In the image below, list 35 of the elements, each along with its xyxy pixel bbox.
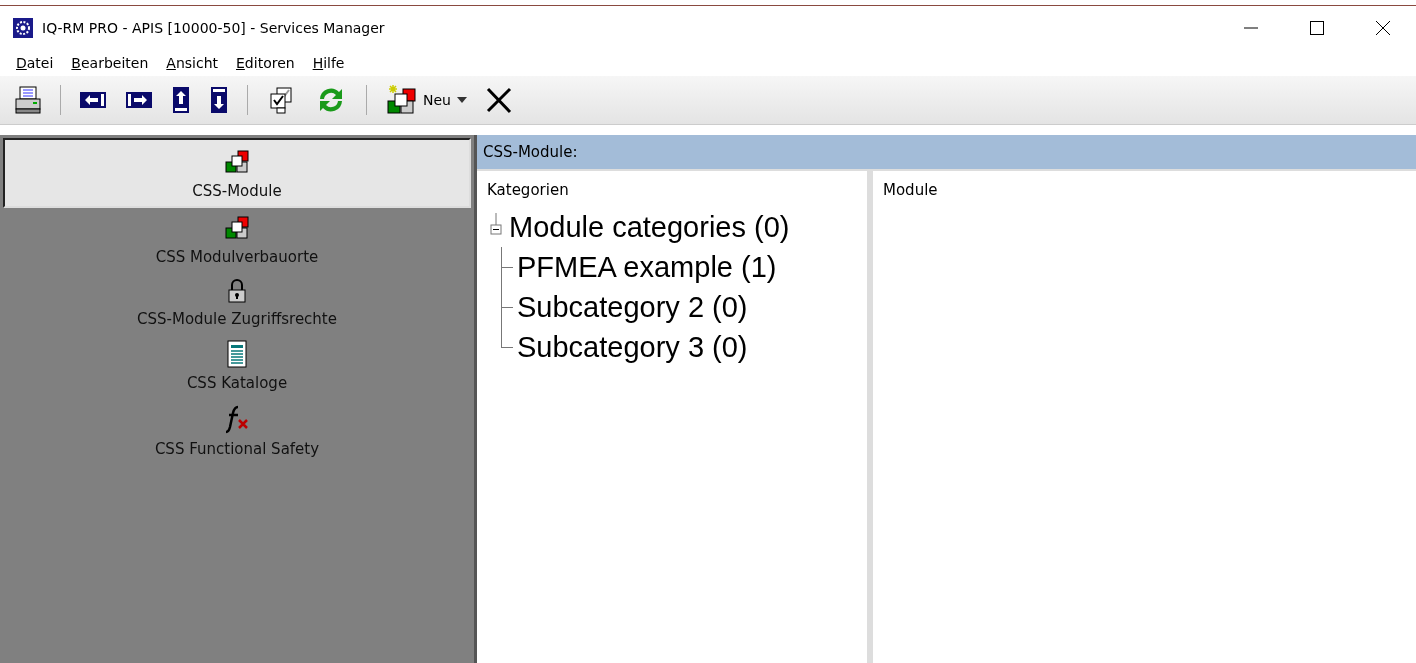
menu-item[interactable]: Hilfe <box>306 55 351 71</box>
menu-item[interactable]: Datei <box>10 55 60 71</box>
sidebar-item[interactable]: CSS-Module <box>3 138 471 208</box>
arrow-down-icon[interactable] <box>209 86 229 114</box>
window-title: IQ-RM PRO - APIS [10000-50] - Services Manager <box>42 20 386 36</box>
maximize-icon[interactable] <box>1309 20 1325 36</box>
squares-icon <box>224 150 250 176</box>
squares-icon <box>224 216 250 242</box>
tree-item[interactable]: PFMEA example (1) <box>517 250 777 284</box>
caret-icon <box>456 97 467 103</box>
arrow-right-icon[interactable] <box>125 90 153 110</box>
arrow-up-icon[interactable] <box>171 86 191 114</box>
tree-item[interactable]: Subcategory 3 (0) <box>517 330 748 364</box>
tree-item[interactable]: Module categories (0) <box>509 210 790 244</box>
sidebar-item[interactable]: CSS-Module Zugriffsrechte <box>3 274 471 332</box>
squares-icon <box>385 84 417 116</box>
new-button[interactable]: Neu <box>385 84 467 116</box>
close-icon[interactable] <box>1375 20 1391 36</box>
pane-title: Module <box>883 181 939 199</box>
sidebar-item[interactable]: CSS Modulverbauorte <box>3 212 471 270</box>
document-icon <box>227 340 247 368</box>
lock-icon <box>227 278 247 304</box>
pane-title: Kategorien <box>487 181 570 199</box>
printer-icon[interactable] <box>14 85 42 115</box>
sidebar-item[interactable]: CSS Functional Safety <box>3 400 471 462</box>
app-icon <box>12 17 34 39</box>
menu-item[interactable]: Bearbeiten <box>65 55 155 71</box>
tree-item[interactable]: Subcategory 2 (0) <box>517 290 748 324</box>
menu-item[interactable]: Editoren <box>230 55 301 71</box>
function-icon <box>223 404 251 434</box>
sidebar-item[interactable]: CSS Kataloge <box>3 336 471 396</box>
menu-item[interactable]: Ansicht <box>160 55 224 71</box>
arrow-left-icon[interactable] <box>79 90 107 110</box>
panel-header: CSS-Module: <box>477 135 1416 169</box>
close-icon[interactable] <box>484 86 513 114</box>
